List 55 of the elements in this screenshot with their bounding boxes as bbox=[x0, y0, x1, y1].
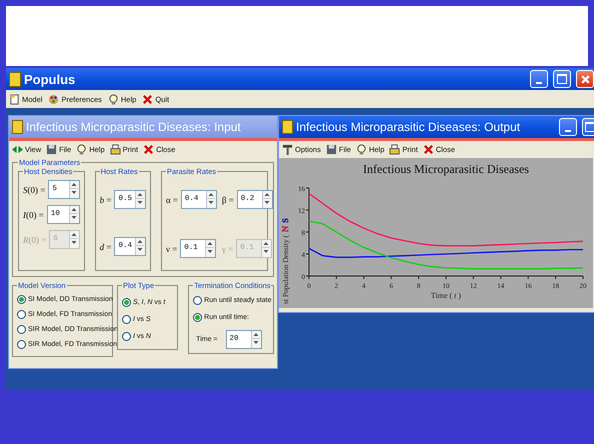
spin-down-icon bbox=[206, 247, 214, 255]
cross-icon bbox=[422, 144, 434, 155]
spin-up-icon bbox=[70, 231, 78, 238]
axis-label: Time ( t ) bbox=[430, 291, 462, 300]
field-label: γ = bbox=[222, 244, 234, 254]
spin-down-icon bbox=[70, 238, 78, 246]
spin-up-icon bbox=[70, 206, 78, 213]
maximize-button[interactable] bbox=[582, 118, 594, 136]
spin-up-icon bbox=[136, 238, 144, 245]
spin-up-icon bbox=[252, 331, 260, 338]
lightbulb-icon bbox=[356, 144, 367, 155]
cross-icon bbox=[143, 144, 154, 155]
spin-down-icon bbox=[262, 247, 270, 255]
spin-up-icon bbox=[136, 191, 144, 198]
document-icon bbox=[9, 94, 20, 104]
close-button[interactable] bbox=[576, 70, 594, 88]
palette-icon bbox=[48, 94, 60, 104]
hammer-icon bbox=[282, 144, 293, 155]
double-arrow-icon bbox=[12, 144, 23, 155]
app-logo-icon bbox=[9, 72, 21, 86]
minimize-button[interactable] bbox=[530, 70, 548, 88]
printer-icon bbox=[389, 144, 400, 155]
field-label: ν = bbox=[166, 244, 178, 254]
window-title: Populus bbox=[24, 72, 76, 86]
spin-down-icon bbox=[136, 198, 144, 206]
spin-down-icon bbox=[70, 213, 78, 221]
printer-icon bbox=[110, 144, 121, 155]
lightbulb-icon bbox=[108, 94, 119, 104]
spin-down-icon bbox=[252, 338, 260, 346]
field-label: b = bbox=[100, 194, 112, 204]
cross-icon bbox=[142, 94, 154, 104]
field-label: R(0) = bbox=[23, 234, 46, 244]
spin-down-icon bbox=[262, 198, 271, 206]
app-logo-icon bbox=[12, 120, 23, 134]
spin-up-icon bbox=[262, 240, 270, 247]
spin-up-icon bbox=[262, 191, 271, 198]
field-label: β = bbox=[222, 194, 234, 204]
spin-down-icon bbox=[206, 198, 215, 206]
spin-up-icon bbox=[206, 191, 215, 198]
window-title: Infectious Microparasitic Diseases: Input bbox=[26, 120, 241, 134]
spin-down-icon bbox=[136, 245, 144, 253]
field-label: I(0) = bbox=[23, 210, 44, 220]
spin-down-icon bbox=[70, 188, 78, 196]
cross-icon bbox=[580, 74, 590, 84]
minimize-button[interactable] bbox=[559, 118, 577, 136]
chart-title: Infectious Microparasitic Diseases bbox=[363, 162, 529, 176]
spin-up-icon bbox=[70, 181, 78, 188]
spin-up-icon bbox=[206, 240, 214, 247]
window-title: Infectious Microparasitic Diseases: Output bbox=[296, 120, 520, 134]
field-label: α = bbox=[166, 194, 178, 204]
field-label: S(0) = bbox=[23, 184, 46, 194]
lightbulb-icon bbox=[76, 144, 88, 155]
maximize-button[interactable] bbox=[553, 70, 571, 88]
field-label: d = bbox=[100, 242, 112, 252]
app-logo-icon bbox=[282, 120, 293, 134]
